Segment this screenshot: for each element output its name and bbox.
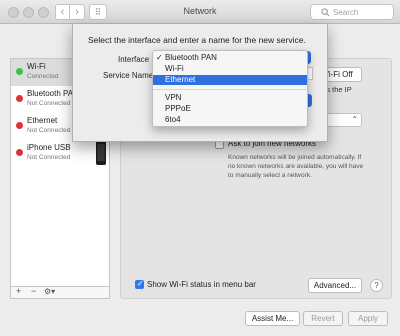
assist-me-button[interactable]: Assist Me... [245, 311, 300, 326]
service-status: Not Connected [27, 100, 71, 107]
service-item-iphone-usb[interactable]: iPhone USB Not Connected [11, 140, 109, 167]
menu-item-6to4[interactable]: 6to4 [153, 115, 307, 125]
show-wifi-status-label: Show Wi-Fi status in menu bar [147, 280, 256, 289]
menu-item-ethernet[interactable]: Ethernet [153, 75, 307, 85]
service-name: iPhone USB [27, 143, 71, 152]
checkmark-icon: ✓ [156, 53, 163, 62]
action-menu-button[interactable]: ⚙▾ [44, 287, 55, 296]
menu-item-label: Wi-Fi [165, 64, 184, 73]
status-dot [16, 68, 23, 75]
help-button[interactable]: ? [370, 279, 383, 292]
show-wifi-status-checkbox[interactable] [135, 279, 144, 289]
menu-item-vpn[interactable]: VPN [153, 93, 307, 103]
service-name: Wi-Fi [27, 62, 46, 71]
service-name-label: Service Name [103, 71, 154, 80]
service-status: Not Connected [27, 154, 71, 161]
search-icon [321, 8, 330, 17]
apply-button[interactable]: Apply [348, 311, 388, 326]
service-list-toolbar: + − ⚙▾ [10, 286, 110, 299]
title-bar: ‹ › ⠿ Network Search [0, 0, 400, 24]
interface-label: Interface [118, 55, 150, 64]
service-status: Connected [27, 73, 59, 80]
menu-item-label: PPPoE [165, 104, 191, 113]
status-dot [16, 122, 23, 129]
revert-button[interactable]: Revert [303, 311, 343, 326]
iphone-icon [96, 141, 106, 165]
add-service-button[interactable]: + [16, 286, 21, 296]
status-dot [16, 95, 23, 102]
menu-item-bluetooth-pan[interactable]: ✓ Bluetooth PAN [153, 53, 307, 63]
chevron-updown-icon: ⌃ [351, 115, 358, 124]
menu-item-label: VPN [165, 93, 182, 102]
menu-item-label: 6to4 [165, 115, 181, 124]
service-status: Not Connected [27, 127, 71, 134]
menu-item-label: Ethernet [165, 75, 196, 84]
menu-item-pppoe[interactable]: PPPoE [153, 104, 307, 114]
search-placeholder: Search [333, 8, 359, 17]
known-networks-help: Known networks will be joined automatica… [228, 154, 364, 179]
menu-separator [153, 89, 307, 90]
advanced-button[interactable]: Advanced... [308, 278, 362, 293]
sheet-prompt: Select the interface and enter a name fo… [88, 35, 306, 45]
service-name: Ethernet [27, 116, 58, 125]
remove-service-button[interactable]: − [31, 286, 36, 296]
search-field[interactable]: Search [310, 4, 394, 20]
status-dot [16, 149, 23, 156]
menu-item-wifi[interactable]: Wi-Fi [153, 64, 307, 74]
interface-popup-menu[interactable]: ✓ Bluetooth PAN Wi-Fi Ethernet VPN PPPoE… [152, 50, 308, 127]
menu-item-label: Bluetooth PAN [165, 53, 217, 62]
